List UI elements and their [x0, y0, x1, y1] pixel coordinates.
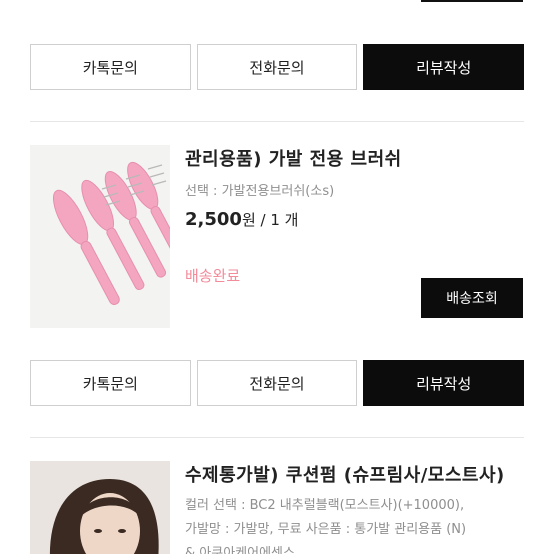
product-option: 선택 : 가발전용브러쉬(소s) [185, 184, 335, 199]
product-option-line: & 아쿠아케어에센스 [185, 546, 295, 554]
model-photo [30, 461, 170, 554]
product-thumbnail-brush[interactable] [30, 145, 170, 328]
phone-inquiry-button[interactable]: 전화문의 [196, 360, 358, 406]
product-option-line: 가발망 : 가발망, 무료 사은품 : 통가발 관리용품 (N) [185, 522, 467, 537]
brush-image [30, 145, 170, 328]
product-title[interactable]: 관리용품) 가발 전용 브러쉬 [185, 145, 523, 171]
product-thumbnail-wig[interactable] [30, 461, 170, 554]
write-review-button[interactable]: 리뷰작성 [363, 360, 525, 406]
track-delivery-button[interactable]: 배송조회 [421, 278, 523, 318]
product-price: 2,500원 / 1 개 [185, 209, 298, 230]
previous-order-action-button[interactable] [421, 0, 523, 2]
price-unit: 원 / 1 개 [241, 211, 299, 229]
delivery-status: 배송완료 [185, 267, 241, 285]
write-review-button[interactable]: 리뷰작성 [363, 44, 525, 90]
product-option-line: 컬러 선택 : BC2 내추럴블랙(모스트사)(+10000), [185, 498, 465, 513]
price-amount: 2,500 [185, 209, 242, 230]
kakao-inquiry-button[interactable]: 카톡문의 [30, 44, 191, 90]
phone-inquiry-button[interactable]: 전화문의 [196, 44, 358, 90]
order-action-row: 카톡문의 전화문의 리뷰작성 [30, 44, 525, 90]
order-divider [30, 121, 524, 122]
order-action-row: 카톡문의 전화문의 리뷰작성 [30, 360, 525, 406]
order-divider [30, 437, 524, 438]
product-title[interactable]: 수제통가발) 쿠션펌 (슈프림사/모스트사) [185, 461, 523, 487]
kakao-inquiry-button[interactable]: 카톡문의 [30, 360, 191, 406]
